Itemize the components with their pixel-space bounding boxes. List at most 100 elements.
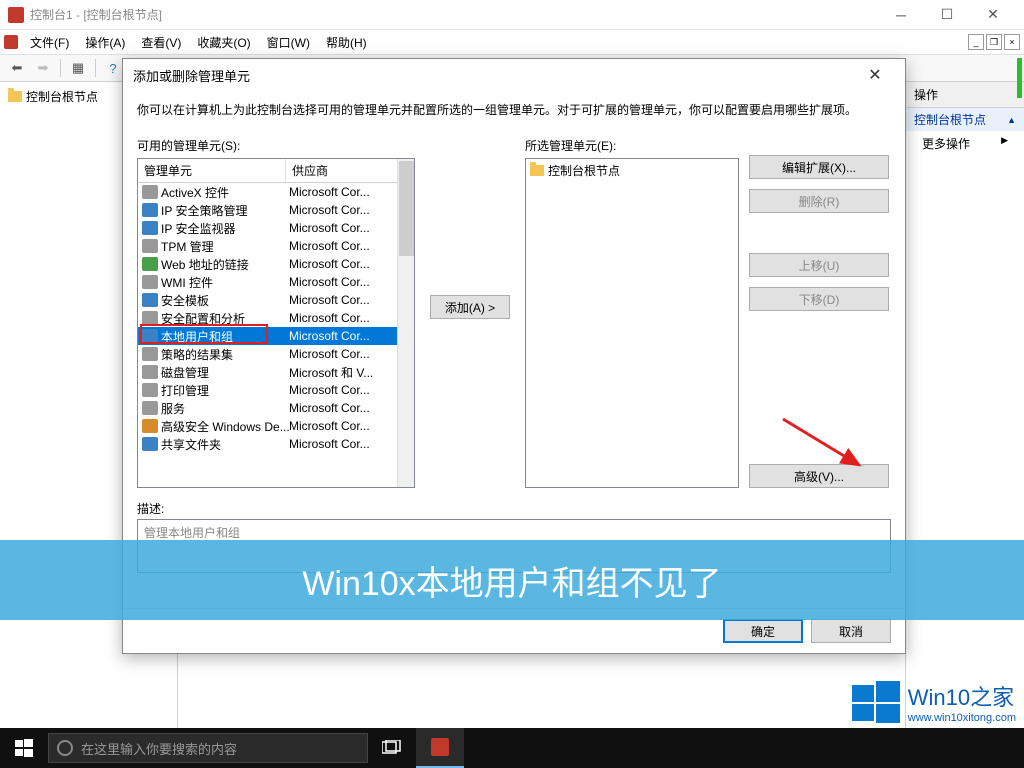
snapin-name: IP 安全监视器: [161, 220, 289, 237]
available-label: 可用的管理单元(S):: [137, 137, 415, 154]
task-view-button[interactable]: [368, 728, 416, 768]
app-icon-small: [4, 35, 18, 49]
forward-button[interactable]: ➡: [32, 57, 54, 79]
snapin-vendor: Microsoft Cor...: [289, 293, 414, 307]
taskbar-mmc-icon[interactable]: [416, 728, 464, 768]
snapin-icon: [142, 401, 158, 415]
maximize-button[interactable]: ☐: [924, 0, 970, 30]
snapin-icon: [142, 311, 158, 325]
snapin-row[interactable]: TPM 管理Microsoft Cor...: [138, 237, 414, 255]
brand-name: Win10之家: [908, 680, 1016, 712]
snapin-row[interactable]: 安全模板Microsoft Cor...: [138, 291, 414, 309]
actions-more[interactable]: 更多操作▶: [906, 131, 1024, 156]
add-button[interactable]: 添加(A) >: [430, 295, 510, 319]
snapin-row[interactable]: 本地用户和组Microsoft Cor...: [138, 327, 414, 345]
snapin-row[interactable]: IP 安全策略管理Microsoft Cor...: [138, 201, 414, 219]
close-button[interactable]: ✕: [970, 0, 1016, 30]
scrollbar[interactable]: [397, 159, 414, 487]
menu-window[interactable]: 窗口(W): [259, 32, 318, 53]
snapin-row[interactable]: ActiveX 控件Microsoft Cor...: [138, 183, 414, 201]
snapin-row[interactable]: 高级安全 Windows De...Microsoft Cor...: [138, 417, 414, 435]
start-button[interactable]: [0, 728, 48, 768]
actions-panel: 操作 控制台根节点▲ 更多操作▶: [906, 82, 1024, 768]
snapin-name: 策略的结果集: [161, 346, 289, 363]
snapin-row[interactable]: 策略的结果集Microsoft Cor...: [138, 345, 414, 363]
snapin-row[interactable]: Web 地址的链接Microsoft Cor...: [138, 255, 414, 273]
mdi-restore-icon[interactable]: ❐: [986, 34, 1002, 50]
snapin-icon: [142, 239, 158, 253]
remove-button[interactable]: 删除(R): [749, 189, 889, 213]
scroll-indicator: [1017, 58, 1022, 98]
mdi-minimize-icon[interactable]: _: [968, 34, 984, 50]
snapin-row[interactable]: IP 安全监视器Microsoft Cor...: [138, 219, 414, 237]
col-vendor[interactable]: 供应商: [286, 159, 414, 182]
snapin-row[interactable]: 打印管理Microsoft Cor...: [138, 381, 414, 399]
snapin-icon: [142, 383, 158, 397]
snapin-row[interactable]: 服务Microsoft Cor...: [138, 399, 414, 417]
snapin-name: Web 地址的链接: [161, 256, 289, 273]
menu-file[interactable]: 文件(F): [22, 32, 77, 53]
menu-favorites[interactable]: 收藏夹(O): [189, 32, 258, 53]
search-placeholder: 在这里输入你要搜索的内容: [81, 739, 237, 758]
help-button[interactable]: ?: [102, 57, 124, 79]
selected-root-item[interactable]: 控制台根节点: [528, 161, 736, 180]
move-down-button[interactable]: 下移(D): [749, 287, 889, 311]
snapin-icon: [142, 437, 158, 451]
snapin-name: TPM 管理: [161, 238, 289, 255]
available-snapin-list[interactable]: 管理单元 供应商 ActiveX 控件Microsoft Cor...IP 安全…: [137, 158, 415, 488]
snapin-row[interactable]: WMI 控件Microsoft Cor...: [138, 273, 414, 291]
folder-icon: [8, 91, 22, 102]
snapin-icon: [142, 185, 158, 199]
snapin-vendor: Microsoft Cor...: [289, 329, 414, 343]
mdi-close-icon[interactable]: ×: [1004, 34, 1020, 50]
snapin-row[interactable]: 安全配置和分析Microsoft Cor...: [138, 309, 414, 327]
snapin-name: IP 安全策略管理: [161, 202, 289, 219]
menu-help[interactable]: 帮助(H): [318, 32, 375, 53]
snapin-icon: [142, 203, 158, 217]
description-label: 描述:: [137, 500, 891, 517]
brand-badge: Win10之家 www.win10xitong.com: [852, 680, 1016, 724]
back-button[interactable]: ⬅: [6, 57, 28, 79]
minimize-button[interactable]: ─: [878, 0, 924, 30]
show-hide-tree-button[interactable]: ▦: [67, 57, 89, 79]
actions-group[interactable]: 控制台根节点▲: [906, 108, 1024, 131]
snapin-vendor: Microsoft Cor...: [289, 257, 414, 271]
snapin-name: 磁盘管理: [161, 364, 289, 381]
cancel-button[interactable]: 取消: [811, 619, 891, 643]
advanced-button[interactable]: 高级(V)...: [749, 464, 889, 488]
dialog-title: 添加或删除管理单元: [133, 66, 250, 85]
dialog-close-button[interactable]: ✕: [855, 61, 895, 89]
col-name[interactable]: 管理单元: [138, 159, 286, 182]
scrollbar-thumb[interactable]: [399, 161, 414, 256]
snapin-row[interactable]: 磁盘管理Microsoft 和 V...: [138, 363, 414, 381]
snapin-icon: [142, 221, 158, 235]
snapin-icon: [142, 329, 158, 343]
taskbar: 在这里输入你要搜索的内容: [0, 728, 1024, 768]
menubar: 文件(F) 操作(A) 查看(V) 收藏夹(O) 窗口(W) 帮助(H) _ ❐…: [0, 30, 1024, 54]
snapin-vendor: Microsoft 和 V...: [289, 364, 414, 381]
titlebar: 控制台1 - [控制台根节点] ─ ☐ ✕: [0, 0, 1024, 30]
snapin-vendor: Microsoft Cor...: [289, 185, 414, 199]
snapin-name: 安全配置和分析: [161, 310, 289, 327]
menu-action[interactable]: 操作(A): [77, 32, 133, 53]
snapin-name: 打印管理: [161, 382, 289, 399]
snapin-icon: [142, 347, 158, 361]
search-box[interactable]: 在这里输入你要搜索的内容: [48, 733, 368, 763]
description-box: 管理本地用户和组: [137, 519, 891, 573]
snapin-row[interactable]: 共享文件夹Microsoft Cor...: [138, 435, 414, 453]
brand-url: www.win10xitong.com: [908, 712, 1016, 724]
ok-button[interactable]: 确定: [723, 619, 803, 643]
snapin-icon: [142, 275, 158, 289]
snapin-vendor: Microsoft Cor...: [289, 221, 414, 235]
cortana-icon: [57, 740, 73, 756]
snapin-vendor: Microsoft Cor...: [289, 437, 414, 451]
snapin-name: 本地用户和组: [161, 328, 289, 345]
window-title: 控制台1 - [控制台根节点]: [30, 6, 162, 23]
snapin-vendor: Microsoft Cor...: [289, 401, 414, 415]
snapin-name: 共享文件夹: [161, 436, 289, 453]
snapin-icon: [142, 419, 158, 433]
edit-extensions-button[interactable]: 编辑扩展(X)...: [749, 155, 889, 179]
move-up-button[interactable]: 上移(U): [749, 253, 889, 277]
selected-snapin-list[interactable]: 控制台根节点: [525, 158, 739, 488]
menu-view[interactable]: 查看(V): [133, 32, 189, 53]
